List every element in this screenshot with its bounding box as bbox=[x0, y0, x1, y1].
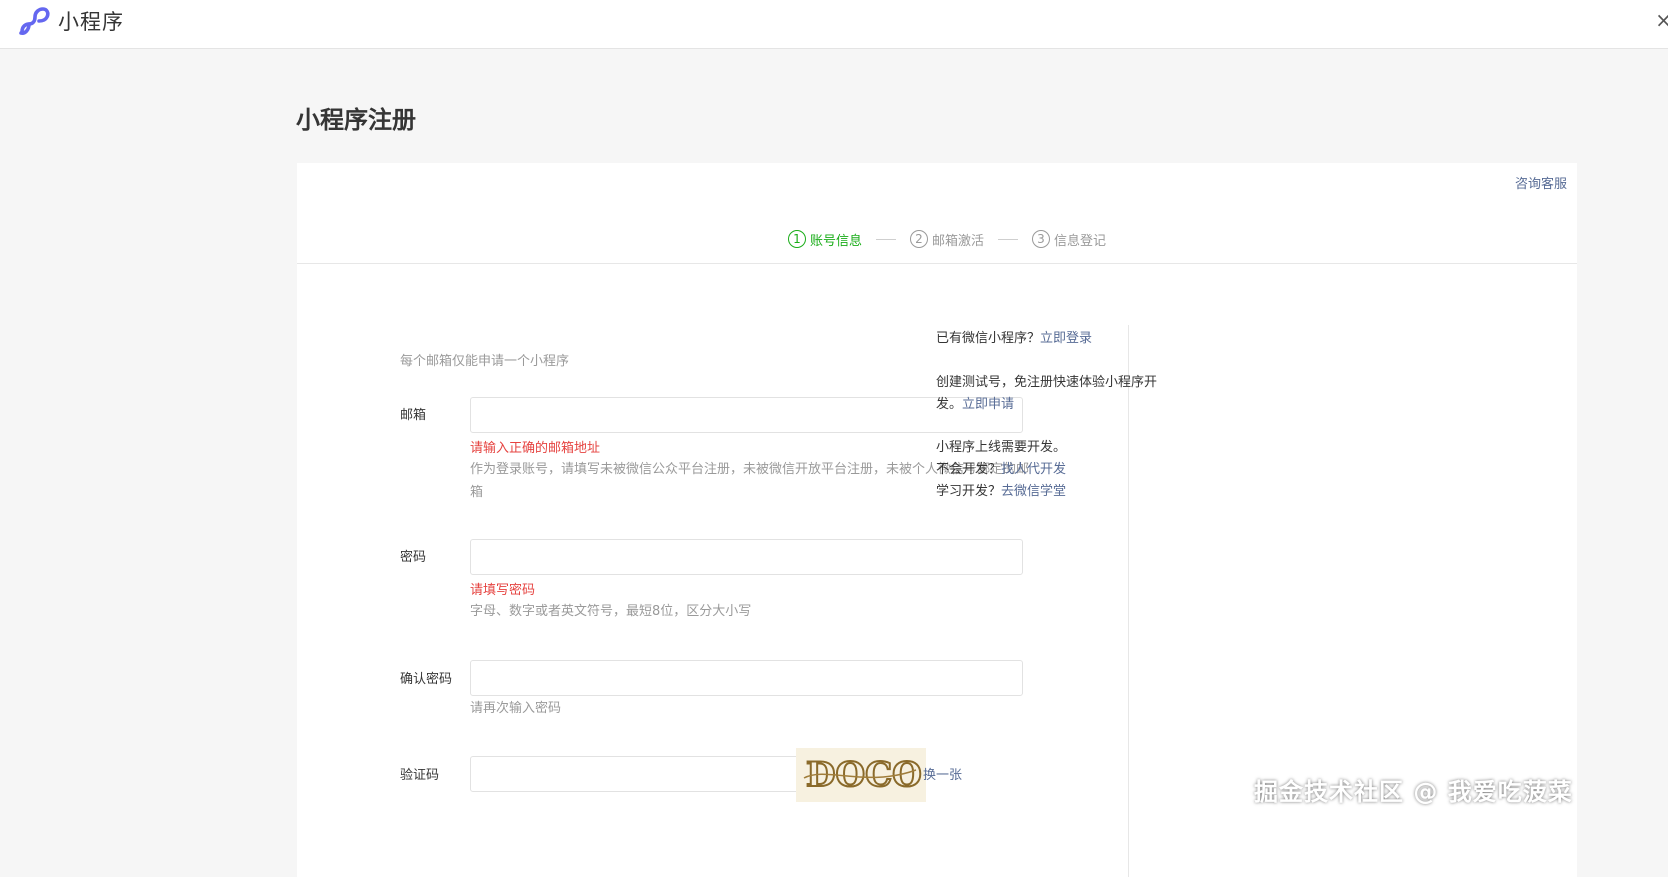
confirm-password-field[interactable] bbox=[470, 660, 1023, 696]
step-connector bbox=[998, 238, 1018, 240]
step-number: 2 bbox=[909, 230, 928, 248]
consult-service-link[interactable]: 咨询客服 bbox=[1515, 173, 1567, 192]
step-info-registration: 3 信息登记 bbox=[1032, 230, 1106, 249]
step-label: 账号信息 bbox=[809, 233, 862, 249]
password-error: 请填写密码 bbox=[470, 583, 536, 598]
step-email-activation: 2 邮箱激活 bbox=[909, 230, 984, 249]
divider bbox=[297, 263, 1577, 264]
side-learn-text: 学习开发？ bbox=[936, 484, 1002, 499]
refresh-captcha-link[interactable]: 换一张 bbox=[923, 764, 962, 783]
step-label: 信息登记 bbox=[1054, 233, 1107, 249]
step-account-info: 1 账号信息 bbox=[787, 230, 862, 249]
email-error: 请输入正确的邮箱地址 bbox=[470, 441, 601, 456]
find-developer-link[interactable]: 找人代开发 bbox=[1001, 462, 1066, 477]
page-title: 小程序注册 bbox=[296, 106, 416, 134]
form-notice: 每个邮箱仅能申请一个小程序 bbox=[400, 354, 570, 369]
apply-test-link[interactable]: 立即申请 bbox=[962, 397, 1014, 412]
confirm-password-hint: 请再次输入密码 bbox=[470, 701, 562, 716]
captcha-graphic: DOCO bbox=[803, 754, 923, 796]
side-outsource-text: 不会开发？ bbox=[936, 462, 1002, 477]
side-dev-line: 小程序上线需要开发。 bbox=[936, 440, 1067, 455]
step-indicator: 1 账号信息 2 邮箱激活 3 信息登记 bbox=[297, 227, 1577, 251]
password-label: 密码 bbox=[400, 550, 427, 565]
login-link[interactable]: 立即登录 bbox=[1040, 331, 1092, 346]
email-label: 邮箱 bbox=[400, 408, 427, 423]
captcha-field[interactable] bbox=[470, 756, 835, 792]
side-test-account: 创建测试号，免注册快速体验小程序开发。立即申请 bbox=[936, 372, 1176, 416]
captcha-text: DOCO bbox=[806, 755, 922, 795]
password-field[interactable] bbox=[470, 539, 1023, 575]
step-label: 邮箱激活 bbox=[931, 233, 984, 249]
step-number: 3 bbox=[1032, 230, 1050, 248]
confirm-password-label: 确认密码 bbox=[400, 672, 453, 687]
step-connector bbox=[875, 238, 896, 240]
captcha-image[interactable]: DOCO bbox=[796, 748, 926, 802]
side-development: 小程序上线需要开发。 不会开发？找人代开发 学习开发？去微信学堂 bbox=[936, 437, 1186, 503]
watermark: 掘金技术社区 @ 我爱吃菠菜 bbox=[1254, 778, 1573, 806]
captcha-label: 验证码 bbox=[400, 768, 440, 783]
close-icon[interactable]: × bbox=[1655, 8, 1668, 32]
password-hint: 字母、数字或者英文符号，最短8位，区分大小写 bbox=[470, 604, 752, 619]
mini-program-logo-icon bbox=[19, 7, 50, 35]
side-login-text: 已有微信小程序？ bbox=[936, 331, 1041, 346]
step-number: 1 bbox=[787, 230, 806, 248]
top-bar: 小程序 × bbox=[0, 0, 1668, 49]
app-title: 小程序 bbox=[58, 10, 124, 34]
side-login: 已有微信小程序？立即登录 bbox=[936, 328, 1186, 350]
wechat-academy-link[interactable]: 去微信学堂 bbox=[1001, 484, 1066, 499]
